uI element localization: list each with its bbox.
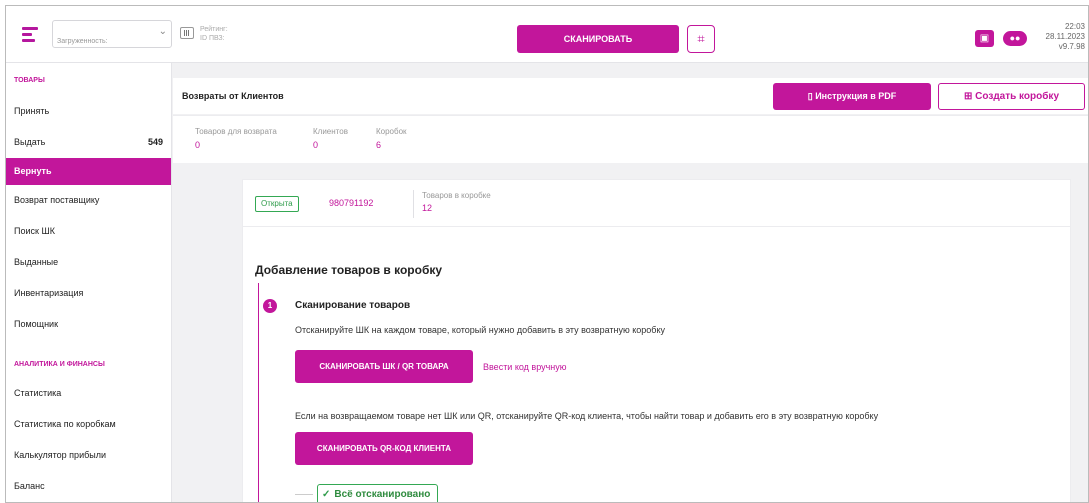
add-box-icon: ⊞ <box>963 91 976 102</box>
sidebar-item-label: Инвентаризация <box>14 288 84 298</box>
sidebar-item-box-statistics[interactable]: Статистика по коробкам <box>6 409 171 440</box>
time: 22:03 <box>1064 22 1085 31</box>
pvz-id-label: ID ПВЗ: <box>200 35 225 42</box>
items-in-box-label: Товаров в коробке <box>422 191 491 200</box>
box-id[interactable]: 980791192 <box>329 198 373 208</box>
step-number: 1 <box>263 299 277 313</box>
sidebar-section-goods: ТОВАРЫ <box>14 77 45 84</box>
app-icon[interactable]: ▣ <box>975 30 994 47</box>
scan-client-qr-button[interactable]: СКАНИРОВАТЬ QR-КОД КЛИЕНТА <box>295 432 473 465</box>
scan-item-button[interactable]: СКАНИРОВАТЬ ШК / QR ТОВАРА <box>295 350 473 383</box>
sidebar-item-profit-calculator[interactable]: Калькулятор прибыли <box>6 440 171 471</box>
manual-entry-link[interactable]: Ввести код вручную <box>483 362 567 372</box>
divider <box>413 190 414 218</box>
stat-label: Коробок <box>376 127 407 136</box>
sidebar-item-label: Баланс <box>14 481 45 491</box>
sidebar-item-statistics[interactable]: Статистика <box>6 378 171 409</box>
main-header: Возвраты от Клиентов ▯ Инструкция в PDF … <box>173 78 1088 114</box>
sidebar-item-label: Возврат поставщику <box>14 195 100 205</box>
sidebar-item-badge: 549 <box>147 137 163 147</box>
barcode-icon <box>180 27 194 39</box>
all-scanned-label: Всё отсканировано <box>334 489 431 500</box>
sidebar-item-supplier-return[interactable]: Возврат поставщику <box>6 185 171 216</box>
sidebar: ТОВАРЫ Принять Выдать 549 Вернуть Возврат… <box>6 63 172 502</box>
chat-bot-icon[interactable]: ●● <box>1003 31 1027 46</box>
sidebar-item-search-barcode[interactable]: Поиск ШК <box>6 216 171 247</box>
stat-label: Товаров для возврата <box>195 127 277 136</box>
sidebar-item-label: Помощник <box>14 319 59 329</box>
rating-label: Рейтинг: <box>200 26 228 33</box>
scan-camera-icon[interactable]: ⌗ <box>687 25 715 53</box>
stat-boxes: Коробок 6 <box>376 127 407 150</box>
add-items-title: Добавление товаров в коробку <box>255 263 443 277</box>
stat-items-to-return: Товаров для возврата 0 <box>195 127 277 150</box>
stat-clients: Клиентов 0 <box>313 127 348 150</box>
sidebar-item-label: Статистика <box>14 388 62 398</box>
page-title: Возвраты от Клиентов <box>182 91 284 101</box>
divider <box>295 494 313 495</box>
sidebar-item-label: Принять <box>14 106 50 116</box>
stat-value: 0 <box>195 140 201 150</box>
create-box-label: Создать коробку <box>975 91 1059 102</box>
items-in-box: Товаров в коробке 12 <box>422 191 491 213</box>
sidebar-item-label: Поиск ШК <box>14 226 55 236</box>
sidebar-item-label: Калькулятор прибыли <box>14 450 106 460</box>
pdf-instruction-button[interactable]: ▯ Инструкция в PDF <box>773 83 931 110</box>
pvz-select[interactable]: Загруженность: ⌄ <box>52 20 172 48</box>
sidebar-item-issue[interactable]: Выдать 549 <box>6 127 171 158</box>
chevron-down-icon: ⌄ <box>158 26 167 37</box>
sidebar-item-label: Выданные <box>14 257 59 267</box>
pdf-button-label: Инструкция в PDF <box>815 91 897 101</box>
stat-value: 0 <box>313 140 319 150</box>
version: v9.7.98 <box>1058 42 1085 51</box>
check-icon: ✓ <box>322 489 331 500</box>
sidebar-item-label: Выдать <box>14 137 46 147</box>
create-box-button[interactable]: ⊞ Создать коробку <box>938 83 1085 110</box>
stat-value: 6 <box>376 140 382 150</box>
stats-bar: Товаров для возврата 0 Клиентов 0 Коробо… <box>173 115 1088 163</box>
menu-icon[interactable] <box>22 27 38 42</box>
box-panel: Открыта 980791192 Товаров в коробке 12 Д… <box>242 179 1071 502</box>
date: 28.11.2023 <box>1045 32 1085 41</box>
sidebar-item-issued[interactable]: Выданные <box>6 247 171 278</box>
step-description: Отсканируйте ШК на каждом товаре, которы… <box>295 325 665 335</box>
rating-block: Рейтинг: ID ПВЗ: <box>200 25 228 43</box>
sidebar-item-return[interactable]: Вернуть <box>6 158 171 185</box>
status-badge: Открыта <box>255 196 299 212</box>
box-info: Открыта 980791192 Товаров в коробке 12 <box>243 180 1070 227</box>
stat-label: Клиентов <box>313 127 348 136</box>
sidebar-item-label: Вернуть <box>14 166 52 176</box>
sidebar-item-inventory[interactable]: Инвентаризация <box>6 278 171 309</box>
items-in-box-value: 12 <box>422 203 433 213</box>
all-scanned-button[interactable]: ✓ Всё отсканировано <box>317 484 439 502</box>
sidebar-item-balance[interactable]: Баланс <box>6 471 171 502</box>
scan-button[interactable]: СКАНИРОВАТЬ <box>517 25 679 53</box>
load-label: Загруженность: <box>57 38 108 45</box>
sidebar-item-label: Статистика по коробкам <box>14 419 116 429</box>
step-title: Сканирование товаров <box>295 300 411 311</box>
qr-description: Если на возвращаемом товаре нет ШК или Q… <box>295 411 879 421</box>
sidebar-item-assistant[interactable]: Помощник <box>6 309 171 340</box>
sidebar-item-accept[interactable]: Принять <box>6 96 171 127</box>
app-window: Загруженность: ⌄ Рейтинг: ID ПВЗ: СКАНИР… <box>5 5 1089 503</box>
sidebar-section-analytics: АНАЛИТИКА И ФИНАНСЫ <box>14 361 105 368</box>
top-meta: 22:03 28.11.2023 v9.7.98 <box>1046 22 1085 52</box>
top-bar: Загруженность: ⌄ Рейтинг: ID ПВЗ: СКАНИР… <box>6 6 1088 63</box>
step-line <box>258 283 259 502</box>
